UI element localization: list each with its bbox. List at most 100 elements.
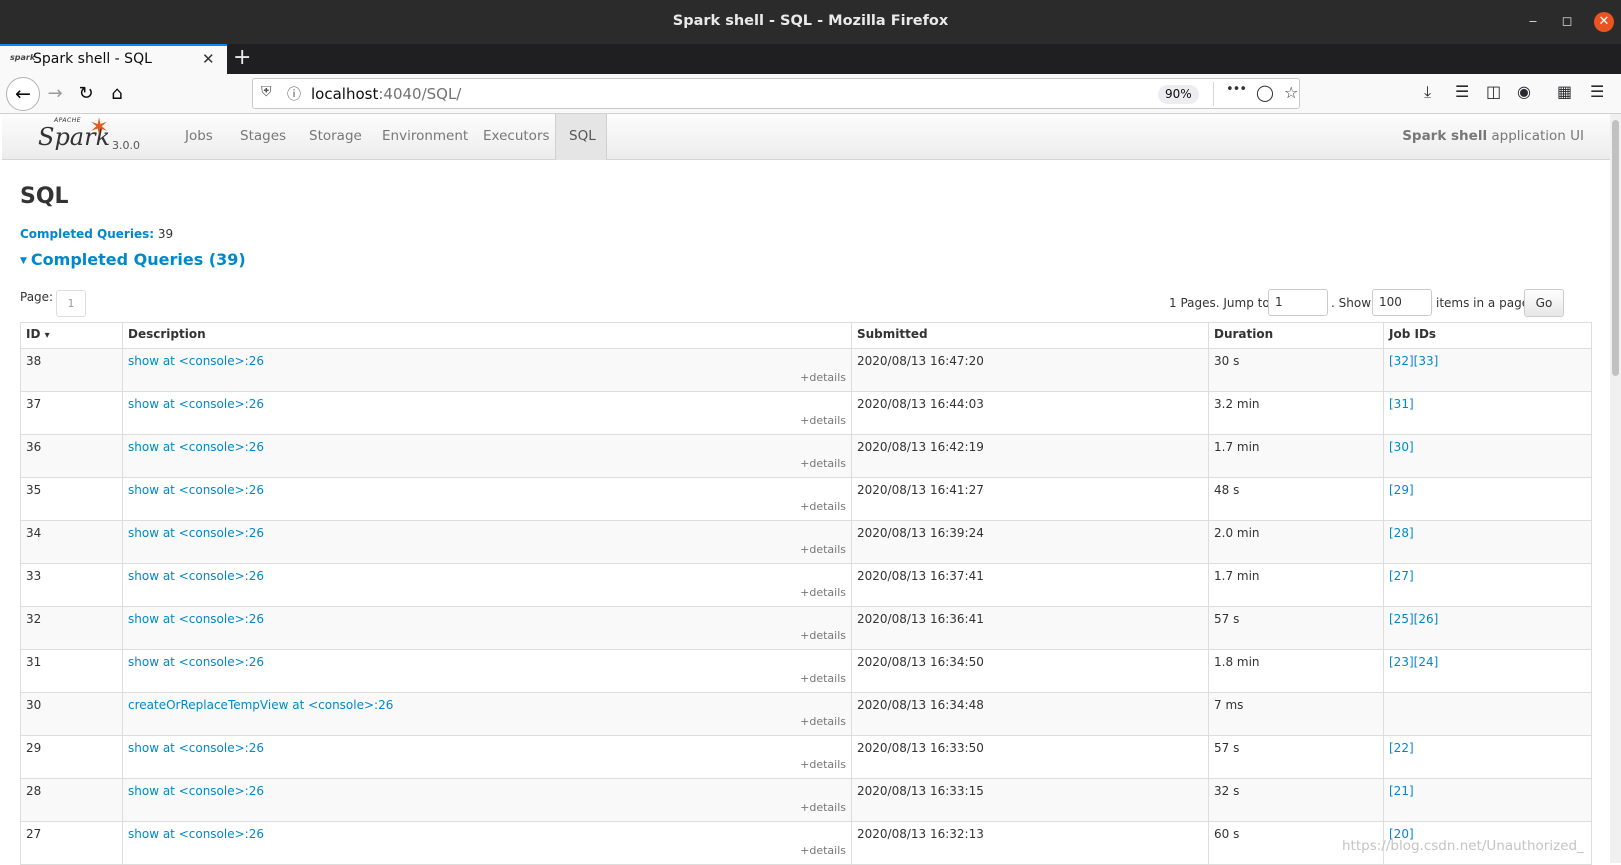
tab-title: Spark shell - SQL [33, 51, 152, 67]
cell-submitted: 2020/08/13 16:33:15 [851, 778, 1209, 822]
job-ids-link[interactable]: [25][26] [1389, 612, 1438, 626]
cell-id: 28 [20, 778, 123, 822]
query-description-link[interactable]: show at <console>:26 [128, 612, 264, 626]
table-row: 38 show at <console>:26 +details 2020/08/13… [20, 348, 1592, 392]
cell-description: show at <console>:26 +details [122, 563, 852, 607]
forward-button[interactable]: → [42, 81, 68, 107]
extensions-icon[interactable]: ▦ [1557, 82, 1572, 101]
go-button[interactable]: Go [1524, 289, 1564, 317]
new-tab-button[interactable]: + [233, 44, 251, 72]
tracking-shield-icon[interactable]: ⛨ [261, 84, 272, 100]
job-ids-link[interactable]: [29] [1389, 483, 1414, 497]
window-titlebar: Spark shell - SQL - Mozilla Firefox ‒ ◻ … [0, 0, 1621, 44]
query-description-link[interactable]: show at <console>:26 [128, 440, 264, 454]
job-ids-link[interactable]: [28] [1389, 526, 1414, 540]
cell-submitted: 2020/08/13 16:34:50 [851, 649, 1209, 693]
details-toggle[interactable]: +details [800, 457, 846, 470]
library-icon[interactable]: ☰ [1455, 82, 1469, 101]
completed-queries-toggle[interactable]: ▼ Completed Queries (39) [20, 250, 246, 269]
query-description-link[interactable]: show at <console>:26 [128, 354, 264, 368]
details-toggle[interactable]: +details [800, 844, 846, 857]
header-duration[interactable]: Duration [1208, 322, 1384, 349]
details-toggle[interactable]: +details [800, 543, 846, 556]
nav-stages[interactable]: Stages [240, 128, 286, 144]
minimize-button[interactable]: ‒ [1523, 12, 1543, 32]
page-scrollbar[interactable] [1610, 114, 1621, 863]
close-window-button[interactable]: ✕ [1594, 12, 1614, 32]
sidebar-icon[interactable]: ◫ [1486, 82, 1501, 101]
spark-favicon-icon: spark [10, 53, 36, 62]
maximize-button[interactable]: ◻ [1557, 12, 1577, 32]
details-toggle[interactable]: +details [800, 500, 846, 513]
reload-button[interactable]: ↻ [73, 81, 99, 107]
nav-storage[interactable]: Storage [309, 128, 362, 144]
query-description-link[interactable]: show at <console>:26 [128, 655, 264, 669]
header-description[interactable]: Description [122, 322, 852, 349]
query-description-link[interactable]: show at <console>:26 [128, 397, 264, 411]
header-id[interactable]: ID ▾ [20, 322, 123, 349]
job-ids-link[interactable]: [31] [1389, 397, 1414, 411]
tab-strip: spark Spark shell - SQL ✕ + [0, 44, 1621, 74]
hamburger-menu-icon[interactable]: ☰ [1590, 82, 1604, 101]
cell-job-ids: [28] [1383, 520, 1592, 564]
spark-logo[interactable]: APACHE Spark ✶ 3.0.0 [38, 113, 158, 157]
query-description-link[interactable]: show at <console>:26 [128, 827, 264, 841]
header-job-ids[interactable]: Job IDs [1383, 322, 1592, 349]
cell-submitted: 2020/08/13 16:39:24 [851, 520, 1209, 564]
header-submitted[interactable]: Submitted [851, 322, 1209, 349]
job-ids-link[interactable]: [30] [1389, 440, 1414, 454]
details-toggle[interactable]: +details [800, 371, 846, 384]
cell-submitted: 2020/08/13 16:37:41 [851, 563, 1209, 607]
details-toggle[interactable]: +details [800, 758, 846, 771]
details-toggle[interactable]: +details [800, 629, 846, 642]
nav-jobs[interactable]: Jobs [185, 128, 213, 144]
details-toggle[interactable]: +details [800, 672, 846, 685]
query-description-link[interactable]: show at <console>:26 [128, 784, 264, 798]
cell-job-ids: [29] [1383, 477, 1592, 521]
query-description-link[interactable]: show at <console>:26 [128, 483, 264, 497]
cell-submitted: 2020/08/13 16:32:13 [851, 821, 1209, 865]
url-bar[interactable]: ⛨ ⓘ localhost:4040/SQL/ 90% ••• ◯ ☆ [252, 78, 1300, 109]
nav-environment[interactable]: Environment [382, 128, 468, 144]
url-path: :4040/SQL/ [378, 85, 462, 103]
page-actions-menu-icon[interactable]: ••• [1226, 82, 1247, 97]
job-ids-link[interactable]: [22] [1389, 741, 1414, 755]
site-info-icon[interactable]: ⓘ [287, 84, 301, 104]
query-description-link[interactable]: show at <console>:26 [128, 526, 264, 540]
tab-close-icon[interactable]: ✕ [202, 50, 215, 68]
details-toggle[interactable]: +details [800, 801, 846, 814]
details-toggle[interactable]: +details [800, 586, 846, 599]
back-button[interactable]: ← [6, 77, 40, 111]
account-icon[interactable]: ◉ [1517, 82, 1531, 101]
table-row: 28 show at <console>:26 +details 2020/08/13… [20, 778, 1592, 822]
job-ids-link[interactable]: [23][24] [1389, 655, 1438, 669]
cell-id: 33 [20, 563, 123, 607]
downloads-icon[interactable]: ⤓ [1424, 82, 1431, 102]
cell-duration: 48 s [1208, 477, 1384, 521]
job-ids-link[interactable]: [27] [1389, 569, 1414, 583]
query-description-link[interactable]: show at <console>:26 [128, 569, 264, 583]
job-ids-link[interactable]: [32][33] [1389, 354, 1438, 368]
jump-to-page-input[interactable]: 1 [1268, 289, 1328, 316]
zoom-indicator[interactable]: 90% [1158, 85, 1199, 104]
details-toggle[interactable]: +details [800, 715, 846, 728]
nav-executors[interactable]: Executors [483, 128, 550, 144]
nav-sql-active[interactable]: SQL [555, 114, 607, 160]
cell-id: 30 [20, 692, 123, 736]
app-name-rest: application UI [1487, 128, 1584, 144]
completed-queries-link[interactable]: Completed Queries: [20, 227, 154, 241]
url-text[interactable]: localhost:4040/SQL/ [311, 85, 461, 103]
cell-job-ids: [32][33] [1383, 348, 1592, 392]
page-number-button[interactable]: 1 [56, 290, 86, 317]
home-button[interactable]: ⌂ [104, 81, 130, 107]
details-toggle[interactable]: +details [800, 414, 846, 427]
job-ids-link[interactable]: [21] [1389, 784, 1414, 798]
pocket-icon[interactable]: ◯ [1256, 83, 1274, 102]
scrollbar-thumb[interactable] [1612, 120, 1619, 376]
items-per-page-input[interactable]: 100 [1372, 289, 1432, 316]
query-description-link[interactable]: show at <console>:26 [128, 741, 264, 755]
window-title: Spark shell - SQL - Mozilla Firefox [672, 13, 949, 29]
tab-spark-sql[interactable]: spark Spark shell - SQL ✕ [0, 44, 227, 74]
query-description-link[interactable]: createOrReplaceTempView at <console>:26 [128, 698, 393, 712]
bookmark-star-icon[interactable]: ☆ [1284, 83, 1298, 102]
